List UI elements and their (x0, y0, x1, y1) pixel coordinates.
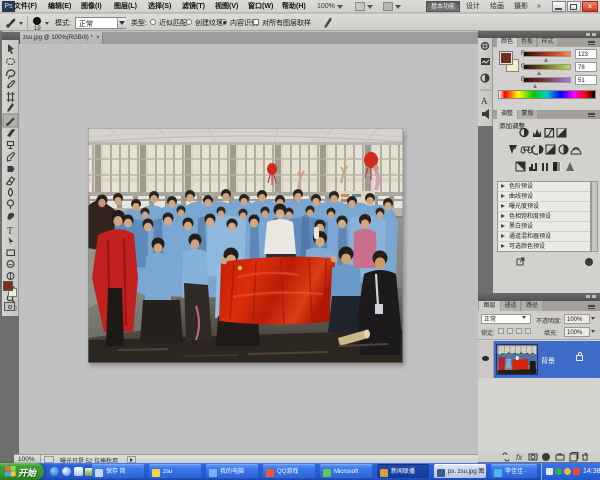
svg-text:fx: fx (516, 453, 523, 462)
svg-text:A: A (481, 96, 488, 106)
svg-text:T: T (7, 226, 13, 237)
